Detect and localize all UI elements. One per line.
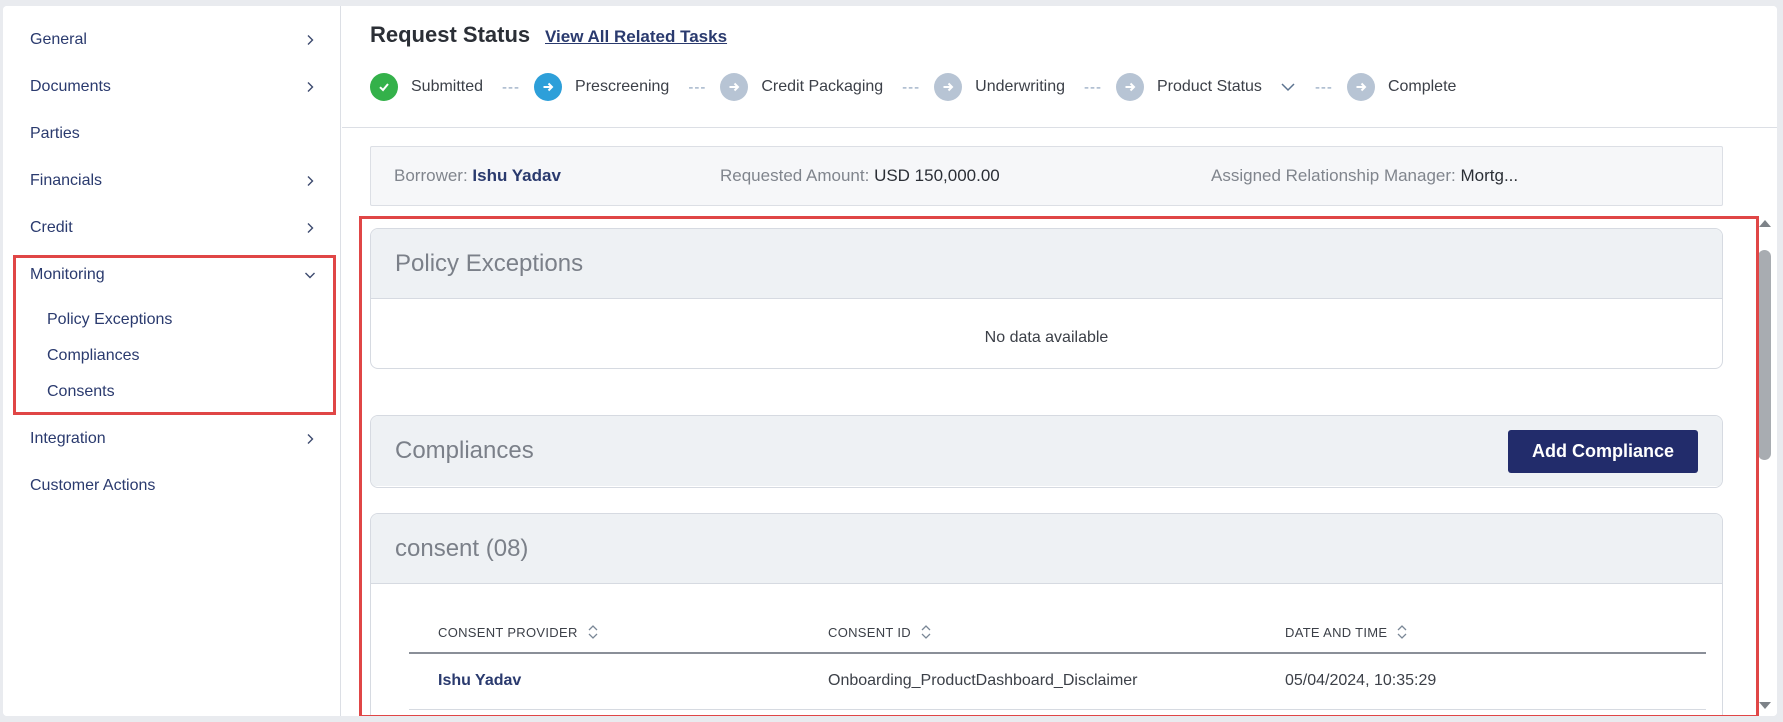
sidebar-item-label: Financials	[30, 172, 103, 189]
step-label: Prescreening	[575, 78, 670, 95]
compliances-card: Compliances Add Compliance	[370, 415, 1723, 488]
sidebar-item-label: Integration	[30, 430, 106, 447]
step-connector: ---	[1083, 78, 1102, 96]
empty-state-message: No data available	[984, 329, 1109, 346]
sidebar-item-label: Parties	[30, 125, 80, 142]
column-header-label: DATE AND TIME	[1285, 624, 1388, 640]
sidebar-item-integration[interactable]: Integration	[30, 424, 320, 454]
card-title: Policy Exceptions	[395, 249, 584, 277]
step-prescreening[interactable]: Prescreening	[534, 73, 669, 101]
step-label: Product Status	[1156, 78, 1262, 95]
step-connector: ---	[502, 78, 521, 96]
sidebar-subitem-label: Consents	[47, 383, 115, 400]
arrow-right-icon	[720, 73, 749, 101]
app-window: General Documents Parties Financials Cre…	[3, 6, 1777, 716]
step-complete[interactable]: Complete	[1346, 73, 1457, 101]
card-title: consent (08)	[395, 534, 529, 562]
sidebar-item-label: Monitoring	[30, 266, 105, 283]
page-title: Request Status	[370, 22, 531, 47]
check-icon	[370, 73, 398, 101]
consent-provider-cell[interactable]: Ishu Yadav	[438, 672, 521, 690]
sidebar-item-label: Documents	[30, 78, 111, 95]
chevron-right-icon	[300, 429, 320, 449]
step-connector: ---	[1314, 78, 1333, 96]
column-header-label: CONSENT ID	[828, 624, 911, 640]
chevron-down-icon	[300, 265, 320, 285]
sidebar-item-financials[interactable]: Financials	[30, 166, 320, 196]
requested-amount-info: Requested Amount: USD 150,000.00	[720, 166, 1000, 186]
consent-table: CONSENT PROVIDER CONSENT ID DATE AND TIM…	[409, 612, 1706, 710]
sidebar-item-monitoring[interactable]: Monitoring	[30, 260, 320, 290]
status-stepper: Submitted --- Prescreening --- Credit Pa…	[370, 72, 1456, 102]
step-submitted[interactable]: Submitted	[370, 73, 483, 101]
arrow-right-icon	[934, 73, 963, 101]
sort-icon	[588, 625, 598, 639]
step-connector: ---	[902, 78, 921, 96]
scroll-up-arrow-icon[interactable]	[1758, 216, 1772, 228]
sidebar-item-documents[interactable]: Documents	[30, 72, 320, 102]
sidebar-subitem-label: Policy Exceptions	[47, 311, 173, 328]
sidebar-subitem-consents[interactable]: Consents	[47, 380, 115, 404]
arrow-right-icon	[534, 73, 563, 101]
chevron-down-icon[interactable]	[1280, 79, 1296, 95]
chevron-right-icon	[300, 77, 320, 97]
date-time-cell: 05/04/2024, 10:35:29	[1285, 672, 1437, 689]
chevron-right-icon	[300, 30, 320, 50]
sidebar-item-label: General	[30, 31, 87, 48]
sort-icon	[1397, 625, 1407, 639]
sidebar-item-customer-actions[interactable]: Customer Actions	[30, 471, 320, 501]
manager-value: Mortg...	[1460, 166, 1519, 185]
scrollbar-thumb[interactable]	[1758, 250, 1771, 460]
column-header-date-time[interactable]: DATE AND TIME	[1285, 624, 1408, 640]
borrower-name[interactable]: Ishu Yadav	[472, 166, 561, 185]
arrow-right-icon	[1115, 73, 1144, 101]
step-label: Credit Packaging	[761, 78, 884, 95]
step-underwriting[interactable]: Underwriting	[934, 73, 1065, 101]
sidebar-item-label: Credit	[30, 219, 73, 236]
compliances-header: Compliances Add Compliance	[371, 416, 1722, 486]
add-compliance-button[interactable]: Add Compliance	[1507, 429, 1698, 473]
amount-value: USD 150,000.00	[874, 166, 1000, 185]
step-label: Underwriting	[975, 78, 1065, 95]
chevron-right-icon	[300, 218, 320, 238]
sidebar-subitem-compliances[interactable]: Compliances	[47, 344, 139, 368]
amount-label: Requested Amount:	[720, 166, 870, 185]
sidebar-item-label: Customer Actions	[30, 477, 156, 494]
step-credit-packaging[interactable]: Credit Packaging	[720, 73, 883, 101]
manager-label: Assigned Relationship Manager:	[1211, 166, 1456, 185]
card-title: Compliances	[395, 437, 534, 464]
sidebar-item-general[interactable]: General	[30, 25, 320, 55]
column-header-consent-provider[interactable]: CONSENT PROVIDER	[438, 624, 599, 640]
consent-id-cell: Onboarding_ProductDashboard_Disclaimer	[828, 672, 1138, 689]
sidebar: General Documents Parties Financials Cre…	[3, 6, 341, 716]
borrower-label: Borrower:	[394, 166, 468, 185]
column-header-label: CONSENT PROVIDER	[438, 624, 578, 640]
step-label: Complete	[1387, 78, 1457, 95]
arrow-right-icon	[1346, 73, 1375, 101]
vertical-scrollbar[interactable]	[1753, 214, 1777, 714]
chevron-right-icon	[300, 171, 320, 191]
policy-exceptions-header: Policy Exceptions	[371, 229, 1722, 299]
main-content: Borrower: Ishu Yadav Requested Amount: U…	[342, 129, 1777, 716]
scroll-down-arrow-icon[interactable]	[1758, 699, 1772, 711]
step-connector: ---	[688, 78, 707, 96]
policy-exceptions-card: Policy Exceptions No data available	[370, 228, 1723, 369]
table-row: Ishu Yadav Onboarding_ProductDashboard_D…	[409, 654, 1706, 710]
column-header-consent-id[interactable]: CONSENT ID	[828, 624, 932, 640]
request-status-header: Request Status View All Related Tasks Su…	[342, 6, 1777, 128]
step-label: Submitted	[411, 78, 484, 95]
manager-info: Assigned Relationship Manager: Mortg...	[1211, 166, 1518, 186]
sort-icon	[921, 625, 931, 639]
request-info-bar: Borrower: Ishu Yadav Requested Amount: U…	[370, 146, 1723, 206]
step-product-status[interactable]: Product Status	[1115, 73, 1296, 101]
sidebar-subitem-policy-exceptions[interactable]: Policy Exceptions	[47, 308, 172, 332]
table-header-row: CONSENT PROVIDER CONSENT ID DATE AND TIM…	[409, 612, 1706, 654]
view-all-tasks-link[interactable]: View All Related Tasks	[545, 27, 727, 47]
sidebar-item-credit[interactable]: Credit	[30, 213, 320, 243]
consent-card: consent (08) CONSENT PROVIDER CONSENT ID…	[370, 513, 1723, 716]
borrower-info: Borrower: Ishu Yadav	[394, 166, 561, 186]
sidebar-item-parties[interactable]: Parties	[30, 119, 320, 149]
consent-header: consent (08)	[371, 514, 1722, 584]
sidebar-subitem-label: Compliances	[47, 347, 140, 364]
